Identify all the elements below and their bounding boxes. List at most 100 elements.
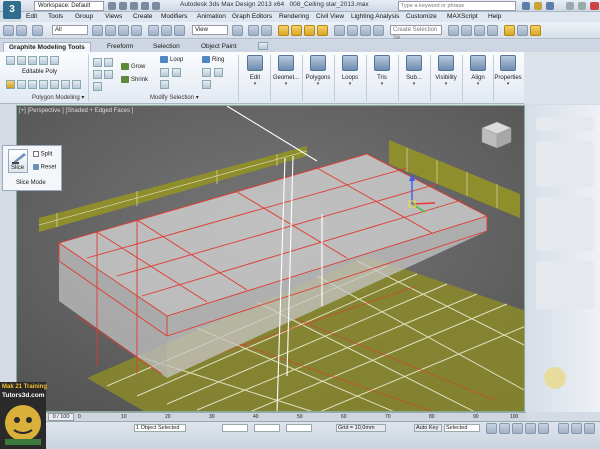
x-coordinate-field[interactable] — [222, 424, 248, 432]
polygon-mode-icon[interactable] — [39, 56, 48, 65]
tab-graphite-modeling-tools[interactable]: Graphite Modeling Tools — [3, 42, 91, 52]
reset-button[interactable]: Reset — [33, 164, 56, 171]
orbit-button[interactable] — [584, 423, 595, 434]
menu-group[interactable]: Group — [75, 12, 93, 22]
time-slider[interactable]: 0 / 100 — [48, 413, 74, 421]
help-icon[interactable] — [546, 2, 554, 10]
border-mode-icon[interactable] — [28, 56, 37, 65]
redo-button[interactable] — [16, 25, 27, 36]
step-selection-icon[interactable] — [104, 58, 113, 67]
properties-panel-button[interactable]: Properties ▾ — [494, 55, 522, 87]
ring-mode-icon[interactable] — [202, 68, 211, 77]
polygon-modeling-group-label[interactable]: Polygon Modeling ▾ — [32, 94, 84, 101]
split-checkbox-box[interactable] — [33, 151, 39, 157]
ring-button[interactable]: Ring — [202, 56, 224, 64]
repeat-last-icon[interactable] — [61, 80, 70, 89]
maximize-icon[interactable] — [578, 2, 586, 10]
align-button[interactable] — [360, 25, 371, 36]
percent-snap-button[interactable] — [304, 25, 315, 36]
element-mode-icon[interactable] — [50, 56, 59, 65]
modify-mode-icon[interactable] — [6, 80, 15, 89]
loop-button[interactable]: Loop — [160, 56, 183, 64]
named-selection-set-input[interactable]: Create Selection Se — [390, 25, 442, 41]
undo-button[interactable] — [3, 25, 14, 36]
reference-coordinate-dropdown[interactable]: View — [192, 25, 228, 35]
previous-frame-button[interactable] — [499, 423, 510, 434]
next-frame-button[interactable] — [525, 423, 536, 434]
keyboard-shortcut-button[interactable] — [261, 25, 272, 36]
render-setup-button[interactable] — [504, 25, 515, 36]
binoculars-icon[interactable] — [522, 2, 530, 10]
menu-graph-editors[interactable]: Graph Editors — [232, 12, 272, 22]
shrink-button[interactable]: Shrink — [121, 76, 148, 84]
slice-button[interactable]: Slice — [8, 149, 28, 173]
goto-start-button[interactable] — [486, 423, 497, 434]
loops-panel-button[interactable]: Loops ▾ — [336, 55, 364, 87]
geometry-panel-button[interactable]: Geomet... ▾ — [272, 55, 300, 87]
ignore-backfacing-icon[interactable] — [93, 82, 102, 91]
shift-loop-icon[interactable] — [172, 68, 181, 77]
edit-panel-button[interactable]: Edit ▾ — [241, 55, 269, 87]
align-panel-button[interactable]: Align ▾ — [464, 55, 492, 87]
menu-maxscript[interactable]: MAXScript — [447, 12, 478, 22]
select-move-button[interactable] — [148, 25, 159, 36]
tab-freeform[interactable]: Freeform — [102, 42, 138, 52]
spinner-snap-button[interactable] — [317, 25, 328, 36]
perspective-viewport[interactable]: [+] [Perspective ] [Shaded + Edged Faces… — [16, 105, 525, 412]
material-editor-button[interactable] — [487, 25, 498, 36]
ribbon-minimize-icon[interactable] — [258, 42, 268, 50]
select-rotate-button[interactable] — [161, 25, 172, 36]
key-mode-dropdown[interactable]: Selected — [444, 424, 480, 432]
snaps-toggle-button[interactable] — [278, 25, 289, 36]
preserve-uvs-icon[interactable] — [50, 80, 59, 89]
graphite-toggle-button[interactable] — [448, 25, 459, 36]
selection-filter-dropdown[interactable]: All — [52, 25, 88, 35]
redo-icon[interactable] — [152, 2, 160, 10]
visibility-panel-button[interactable]: Visibility ▾ — [432, 55, 460, 87]
open-file-icon[interactable] — [119, 2, 127, 10]
curve-editor-button[interactable] — [461, 25, 472, 36]
modify-selection-group-label[interactable]: Modify Selection ▾ — [150, 94, 199, 101]
tab-selection[interactable]: Selection — [148, 42, 185, 52]
menu-rendering[interactable]: Rendering — [279, 12, 309, 22]
command-panel[interactable] — [526, 105, 600, 412]
command-panel-rollout[interactable] — [536, 261, 594, 309]
select-manipulate-button[interactable] — [248, 25, 259, 36]
new-file-icon[interactable] — [108, 2, 116, 10]
angle-snap-button[interactable] — [291, 25, 302, 36]
command-panel-tabs[interactable] — [536, 117, 594, 131]
undo-icon[interactable] — [141, 2, 149, 10]
timeline[interactable]: 0 / 100 0 10 20 30 40 50 60 70 80 90 100 — [46, 412, 526, 421]
grow-shrink-preview-icon[interactable] — [93, 58, 102, 67]
split-checkbox[interactable]: Split — [33, 151, 52, 158]
render-production-button[interactable] — [530, 25, 541, 36]
grow-button[interactable]: Grow — [121, 63, 145, 71]
menu-lighting-analysis[interactable]: Lighting Analysis — [351, 12, 399, 22]
auto-key-button[interactable]: Auto Key — [414, 424, 442, 432]
timeline-track[interactable]: 0 10 20 30 40 50 60 70 80 90 100 — [78, 414, 524, 420]
dot-ring-icon[interactable] — [202, 80, 211, 89]
command-panel-rollout[interactable] — [536, 141, 594, 187]
select-object-button[interactable] — [92, 25, 103, 36]
menu-edit[interactable]: Edit — [26, 12, 37, 22]
viewport-label[interactable]: [+] [Perspective ] [Shaded + Edged Faces… — [19, 108, 133, 114]
scene-canvas[interactable] — [17, 106, 525, 412]
menu-views[interactable]: Views — [105, 12, 122, 22]
select-similar-icon[interactable] — [104, 70, 113, 79]
y-coordinate-field[interactable] — [254, 424, 280, 432]
vertex-mode-icon[interactable] — [6, 56, 15, 65]
close-icon[interactable] — [590, 2, 599, 10]
layer-manager-button[interactable] — [373, 25, 384, 36]
link-button[interactable] — [32, 25, 43, 36]
pivot-center-button[interactable] — [232, 25, 243, 36]
rectangular-selection-button[interactable] — [118, 25, 129, 36]
goto-end-button[interactable] — [538, 423, 549, 434]
collapse-stack-icon[interactable] — [39, 80, 48, 89]
schematic-view-button[interactable] — [474, 25, 485, 36]
search-input[interactable]: Type a keyword or phrase — [398, 1, 516, 11]
app-logo-icon[interactable]: 3 — [3, 1, 21, 19]
toggle-stack-icon[interactable] — [28, 80, 37, 89]
tris-panel-button[interactable]: Tris ▾ — [368, 55, 396, 87]
select-by-angle-icon[interactable] — [93, 70, 102, 79]
window-crossing-button[interactable] — [131, 25, 142, 36]
